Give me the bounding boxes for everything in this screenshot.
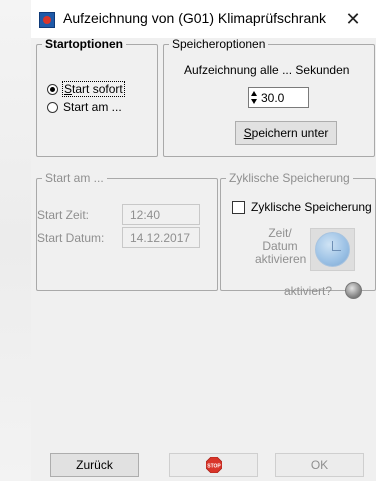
- start-time-input[interactable]: 12:40: [122, 204, 200, 225]
- radio-start-at[interactable]: Start am ...: [47, 100, 122, 114]
- start-time-label: Start Zeit:: [37, 208, 90, 222]
- radio-start-at-label: Start am ...: [63, 100, 122, 114]
- spin-arrows[interactable]: [251, 90, 258, 105]
- stop-icon-text: STOP: [207, 463, 221, 469]
- interval-label: Aufzeichnung alle ... Sekunden: [184, 63, 350, 77]
- activated-label: aktiviert?: [284, 284, 333, 298]
- ok-button-label: OK: [310, 458, 329, 472]
- radio-start-now-dot[interactable]: [47, 83, 58, 95]
- interval-spinbox[interactable]: 30.0: [248, 87, 309, 108]
- start-options-group: Startoptionen Start sofort Start am ...: [36, 38, 158, 157]
- start-options-legend: Startoptionen: [45, 37, 123, 51]
- save-as-button[interactable]: Speichern unter: [235, 121, 337, 145]
- cyclic-storage-checkbox-label: Zyklische Speicherung: [251, 200, 372, 214]
- start-date-input[interactable]: 14.12.2017: [122, 227, 200, 248]
- window-title: Aufzeichnung von (G01) Klimaprüfschrank: [63, 10, 327, 26]
- recording-app-icon: [39, 12, 55, 28]
- save-as-button-label: Speichern unter: [243, 126, 329, 140]
- desktop-background: [0, 0, 31, 481]
- interval-value[interactable]: 30.0: [261, 91, 284, 105]
- cyclic-storage-group: Zyklische Speicherung Zyklische Speicher…: [220, 171, 376, 299]
- back-button-label: Zurück: [76, 458, 113, 472]
- ok-button[interactable]: OK: [275, 453, 364, 477]
- spin-up-icon[interactable]: [251, 91, 257, 96]
- radio-start-now[interactable]: Start sofort: [47, 81, 125, 97]
- cyclic-storage-checkbox[interactable]: [232, 201, 245, 214]
- spin-down-icon[interactable]: [251, 99, 257, 104]
- radio-start-at-dot[interactable]: [47, 101, 58, 113]
- start-date-label: Start Datum:: [37, 231, 105, 245]
- save-options-group: Speicheroptionen Aufzeichnung alle ... S…: [163, 38, 375, 157]
- radio-start-now-label: Start sofort: [62, 81, 125, 97]
- stop-button[interactable]: STOP: [169, 453, 258, 477]
- cyclic-storage-legend: Zyklische Speicherung: [229, 171, 350, 185]
- activate-datetime-label: Zeit/ Datum aktivieren: [255, 227, 307, 266]
- start-at-group: Start am ... Start Zeit: 12:40 Start Dat…: [36, 172, 218, 291]
- save-options-legend: Speicheroptionen: [172, 37, 266, 51]
- activate-label-line3: aktivieren: [255, 252, 307, 266]
- start-at-legend: Start am ...: [45, 171, 104, 185]
- status-led-icon: [345, 282, 362, 299]
- stop-icon: STOP: [205, 457, 222, 473]
- close-icon: ✕: [345, 8, 361, 29]
- back-button[interactable]: Zurück: [50, 453, 139, 477]
- recording-dialog: Aufzeichnung von (G01) Klimaprüfschrank …: [31, 0, 376, 481]
- close-button[interactable]: ✕: [330, 0, 376, 38]
- activate-datetime-button[interactable]: [310, 228, 355, 271]
- clock-icon: [315, 232, 350, 267]
- title-bar: Aufzeichnung von (G01) Klimaprüfschrank …: [31, 0, 376, 38]
